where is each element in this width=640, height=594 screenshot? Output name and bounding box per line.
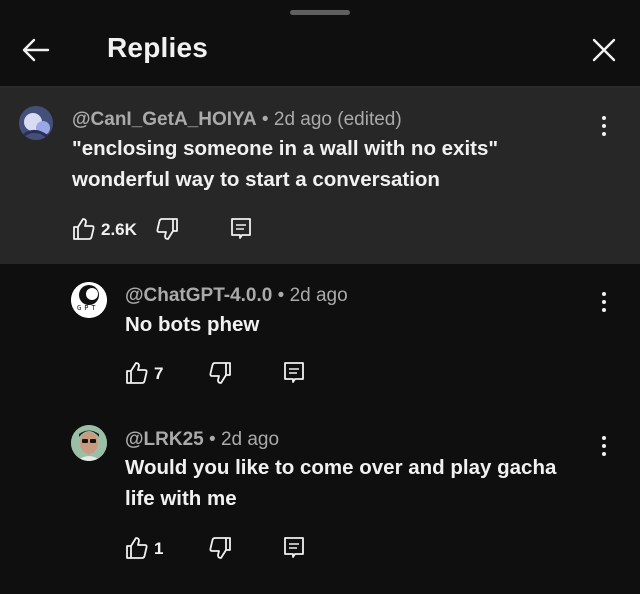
more-options-button[interactable]	[592, 112, 616, 140]
comment-text-line: life with me	[125, 487, 237, 510]
header: Replies	[0, 18, 640, 86]
back-arrow-icon	[22, 38, 50, 62]
close-icon	[592, 38, 616, 62]
reply-icon	[231, 218, 251, 239]
avatar[interactable]: GPT	[71, 282, 107, 318]
meta-separator: •	[272, 285, 290, 306]
timestamp: 2d ago (edited)	[273, 109, 402, 130]
comment-meta: @CanI_GetA_HOIYA • 2d ago (edited)	[72, 109, 402, 131]
like-button[interactable]	[124, 360, 150, 386]
like-icon	[73, 218, 95, 240]
like-button[interactable]	[124, 535, 150, 561]
author-handle[interactable]: @LRK25	[125, 429, 204, 450]
author-handle[interactable]: @ChatGPT-4.0.0	[125, 285, 272, 306]
like-count: 7	[154, 364, 164, 383]
close-button[interactable]	[586, 32, 622, 68]
reply-comment: @LRK25 • 2d ago Would you like to come o…	[0, 408, 640, 588]
avatar[interactable]	[71, 425, 107, 461]
dislike-button[interactable]	[154, 216, 180, 242]
dislike-button[interactable]	[207, 535, 233, 561]
timestamp: 2d ago	[220, 429, 280, 450]
more-options-button[interactable]	[592, 288, 616, 316]
comment-text-line: Would you like to come over and play gac…	[125, 456, 557, 479]
reply-button[interactable]	[282, 535, 306, 561]
drag-handle[interactable]	[290, 10, 350, 15]
reply-icon	[284, 537, 304, 558]
like-icon	[126, 362, 148, 384]
comment-text: Would you like to come over and play gac…	[125, 452, 556, 514]
like-count: 1	[154, 539, 164, 558]
timestamp: 2d ago	[289, 285, 348, 306]
dislike-button[interactable]	[207, 360, 233, 386]
like-count: 2.6K	[101, 220, 137, 239]
comment-meta: @LRK25 • 2d ago	[125, 429, 279, 451]
comment-text-line: "enclosing someone in a wall with no exi…	[72, 137, 499, 160]
reply-button[interactable]	[229, 216, 253, 242]
more-options-button[interactable]	[592, 432, 616, 460]
parent-comment: @CanI_GetA_HOIYA • 2d ago (edited) "encl…	[0, 88, 640, 264]
dislike-icon	[156, 218, 178, 240]
avatar[interactable]	[19, 106, 53, 140]
dislike-icon	[209, 362, 231, 384]
comment-meta: @ChatGPT-4.0.0 • 2d ago	[125, 285, 348, 307]
page-title: Replies	[107, 32, 208, 63]
comment-text-line: wonderful way to start a conversation	[72, 168, 440, 191]
meta-separator: •	[256, 109, 274, 130]
author-handle[interactable]: @CanI_GetA_HOIYA	[72, 109, 257, 130]
comment-text: No bots phew	[125, 309, 259, 340]
comment-text-line: No bots phew	[125, 313, 260, 336]
back-button[interactable]	[18, 32, 54, 68]
comment-text: "enclosing someone in a wall with no exi…	[72, 133, 498, 195]
dislike-icon	[209, 537, 231, 559]
reply-button[interactable]	[282, 360, 306, 386]
avatar-text: GPT	[77, 304, 99, 312]
reply-comment: GPT @ChatGPT-4.0.0 • 2d ago No bots phew…	[0, 264, 640, 404]
like-icon	[126, 537, 148, 559]
like-button[interactable]	[71, 216, 97, 242]
meta-separator: •	[203, 429, 221, 450]
reply-icon	[284, 362, 304, 383]
